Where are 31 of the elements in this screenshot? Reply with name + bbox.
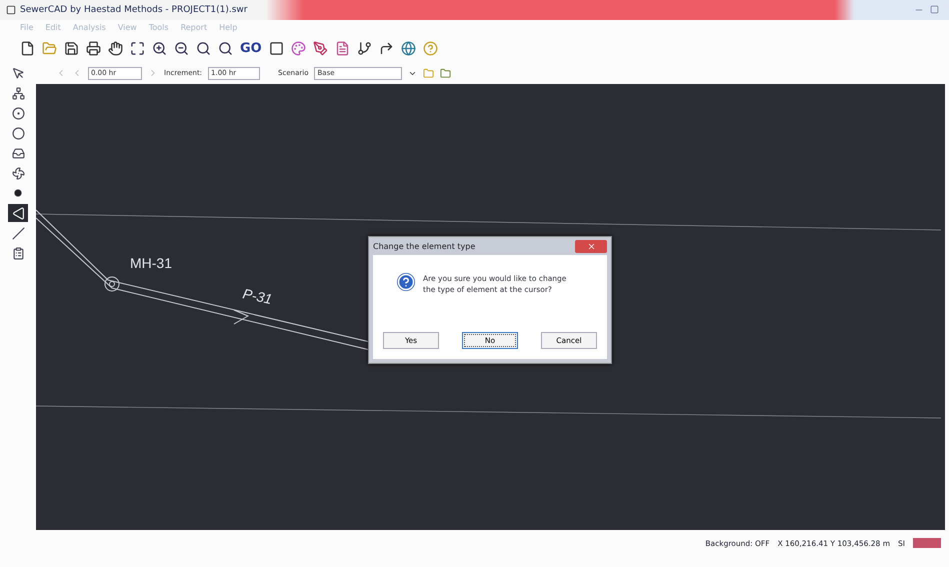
- go-button[interactable]: GO: [240, 40, 262, 56]
- save-icon[interactable]: [64, 40, 79, 56]
- color-icon[interactable]: [290, 40, 306, 56]
- corner-icon[interactable]: [378, 40, 394, 56]
- globe-icon[interactable]: [400, 40, 416, 56]
- maximize-icon[interactable]: [930, 5, 939, 15]
- question-icon: [397, 273, 415, 291]
- branch-icon[interactable]: [356, 40, 372, 56]
- close-icon[interactable]: [586, 242, 596, 250]
- zoom-out-icon[interactable]: [174, 40, 189, 56]
- zoom-extents-icon[interactable]: [130, 40, 145, 56]
- status-indicator: [913, 538, 941, 548]
- window-title: SewerCAD by Haestad Methods - PROJECT1(1).swr: [20, 5, 248, 15]
- dialog-title: Change the element type: [373, 242, 476, 250]
- zoom-window-icon[interactable]: [196, 40, 211, 56]
- pipe-drawing[interactable]: [36, 210, 370, 350]
- zoom-previous-icon[interactable]: [218, 40, 233, 56]
- profile-icon[interactable]: [334, 40, 350, 56]
- annotation-icon[interactable]: [312, 40, 328, 56]
- manhole-label: MH-31: [130, 255, 172, 271]
- hand-icon[interactable]: [108, 40, 123, 56]
- pipe-label: P-31: [241, 285, 274, 308]
- new-file-icon[interactable]: [20, 40, 35, 56]
- print-icon[interactable]: [86, 40, 101, 56]
- frame-icon[interactable]: [268, 40, 284, 56]
- wetwell-tool-icon[interactable]: [8, 204, 28, 222]
- scenario-manager-icon[interactable]: [440, 68, 452, 78]
- zoom-in-icon[interactable]: [152, 40, 167, 56]
- close-button[interactable]: [575, 240, 607, 252]
- manhole-icon[interactable]: [104, 276, 120, 292]
- app-icon: [6, 5, 16, 15]
